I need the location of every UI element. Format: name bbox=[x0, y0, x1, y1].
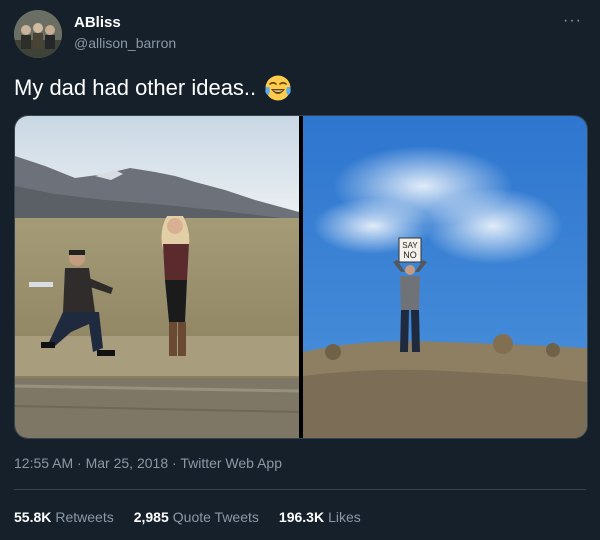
tweet-source[interactable]: Twitter Web App bbox=[180, 455, 282, 471]
tweet-stats: 55.8K Retweets 2,985 Quote Tweets 196.3K Li… bbox=[14, 509, 361, 525]
meta-separator: · bbox=[172, 455, 177, 471]
tweet-date[interactable]: Mar 25, 2018 bbox=[86, 455, 169, 471]
tweet-metadata: 12:55 AM · Mar 25, 2018 · Twitter Web Ap… bbox=[14, 455, 282, 471]
tweet-text-content: My dad had other ideas.. bbox=[14, 75, 257, 100]
tweet-time[interactable]: 12:55 AM bbox=[14, 455, 73, 471]
likes-count: 196.3K bbox=[278, 509, 325, 525]
display-name[interactable]: ABliss bbox=[74, 14, 121, 31]
user-handle[interactable]: @allison_barron bbox=[74, 35, 176, 51]
sign-text-line2: NO bbox=[403, 250, 417, 260]
likes-label: Likes bbox=[328, 509, 361, 525]
tweet-card: ABliss @allison_barron ··· My dad had ot… bbox=[0, 0, 600, 540]
quotes-label: Quote Tweets bbox=[172, 509, 259, 525]
face-with-tears-of-joy-icon bbox=[264, 74, 292, 102]
retweets-count: 55.8K bbox=[14, 509, 52, 525]
avatar-photo-icon bbox=[14, 10, 62, 58]
retweets-label: Retweets bbox=[55, 509, 114, 525]
retweets-stat[interactable]: 55.8K Retweets bbox=[14, 509, 114, 525]
dad-sign-photo[interactable]: SAY NO bbox=[303, 116, 587, 438]
divider bbox=[14, 489, 586, 490]
proposal-photo[interactable] bbox=[15, 116, 299, 438]
quote-tweets-stat[interactable]: 2,985 Quote Tweets bbox=[134, 509, 259, 525]
quotes-count: 2,985 bbox=[133, 509, 169, 525]
sign-text-line1: SAY bbox=[402, 241, 418, 250]
avatar[interactable] bbox=[14, 10, 62, 58]
tweet-media[interactable]: SAY NO bbox=[14, 115, 588, 439]
meta-separator: · bbox=[77, 455, 82, 471]
tweet-text: My dad had other ideas.. bbox=[14, 74, 292, 102]
more-options-icon[interactable]: ··· bbox=[563, 12, 582, 30]
likes-stat[interactable]: 196.3K Likes bbox=[279, 509, 361, 525]
